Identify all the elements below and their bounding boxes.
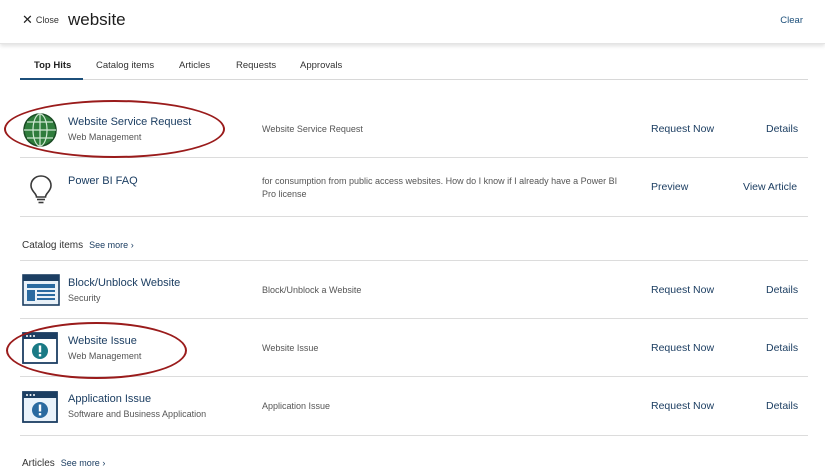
result-title[interactable]: Website Issue [68, 335, 137, 347]
result-subtitle: Web Management [68, 351, 142, 361]
section-title: Articles [22, 458, 55, 469]
preview-button[interactable]: Preview [651, 181, 688, 193]
see-more-catalog-link[interactable]: See more › [89, 240, 134, 250]
result-tabs: Top Hits Catalog items Articles Requests… [20, 54, 808, 80]
tab-articles[interactable]: Articles [179, 60, 210, 71]
result-description: Application Issue [262, 401, 331, 411]
details-link[interactable]: Details [766, 400, 798, 412]
search-term[interactable]: website [68, 10, 126, 30]
articles-section: Articles See more › [22, 458, 105, 469]
globe-icon [23, 113, 57, 147]
chevron-right-icon: › [102, 458, 106, 468]
see-more-label: See more [89, 240, 129, 250]
result-title[interactable]: Block/Unblock Website [68, 277, 180, 289]
browser-alert-icon [22, 391, 58, 423]
tab-requests[interactable]: Requests [236, 60, 276, 71]
result-description: Website Service Request [262, 124, 363, 134]
see-more-articles-link[interactable]: See more › [61, 458, 106, 468]
clear-button[interactable]: Clear [780, 15, 803, 26]
close-icon: ✕ [22, 12, 33, 27]
result-subtitle: Security [68, 293, 101, 303]
tab-approvals[interactable]: Approvals [300, 60, 342, 71]
close-button[interactable]: ✕ Close [22, 12, 59, 27]
details-link[interactable]: Details [766, 284, 798, 296]
tab-top-hits[interactable]: Top Hits [34, 60, 71, 71]
browser-alert-icon [22, 332, 58, 364]
details-link[interactable]: Details [766, 123, 798, 135]
lightbulb-icon [30, 175, 52, 204]
catalog-items-section: Catalog items See more › [22, 240, 134, 251]
request-now-button[interactable]: Request Now [651, 123, 714, 135]
result-row-power-bi-faq[interactable]: Power BI FAQ for consumption from public… [20, 158, 808, 217]
result-row-application-issue[interactable]: Application Issue Software and Business … [20, 377, 808, 436]
request-now-button[interactable]: Request Now [651, 342, 714, 354]
active-tab-indicator [20, 78, 83, 80]
webpage-layout-icon [22, 274, 60, 306]
result-row-block-unblock-website[interactable]: Block/Unblock Website Security Block/Unb… [20, 260, 808, 319]
result-title[interactable]: Power BI FAQ [68, 175, 138, 187]
request-now-button[interactable]: Request Now [651, 400, 714, 412]
see-more-label: See more [60, 458, 100, 468]
request-now-button[interactable]: Request Now [651, 284, 714, 296]
section-title: Catalog items [22, 240, 84, 251]
chevron-right-icon: › [130, 240, 134, 250]
result-description: for consumption from public access websi… [262, 176, 618, 199]
result-description: Block/Unblock a Website [262, 285, 362, 295]
result-row-website-service-request[interactable]: Website Service Request Web Management W… [20, 100, 808, 158]
result-title[interactable]: Application Issue [68, 393, 151, 405]
details-link[interactable]: Details [766, 342, 798, 354]
result-row-website-issue[interactable]: Website Issue Web Management Website Iss… [20, 319, 808, 377]
view-article-link[interactable]: View Article [743, 181, 797, 193]
tab-catalog-items[interactable]: Catalog items [96, 60, 154, 71]
result-description: Website Issue [262, 343, 319, 353]
search-header: ✕ Close website Clear [0, 0, 825, 44]
result-subtitle: Software and Business Application [68, 409, 207, 419]
close-label: Close [35, 15, 59, 25]
result-subtitle: Web Management [68, 132, 142, 142]
result-title[interactable]: Website Service Request [68, 116, 191, 128]
